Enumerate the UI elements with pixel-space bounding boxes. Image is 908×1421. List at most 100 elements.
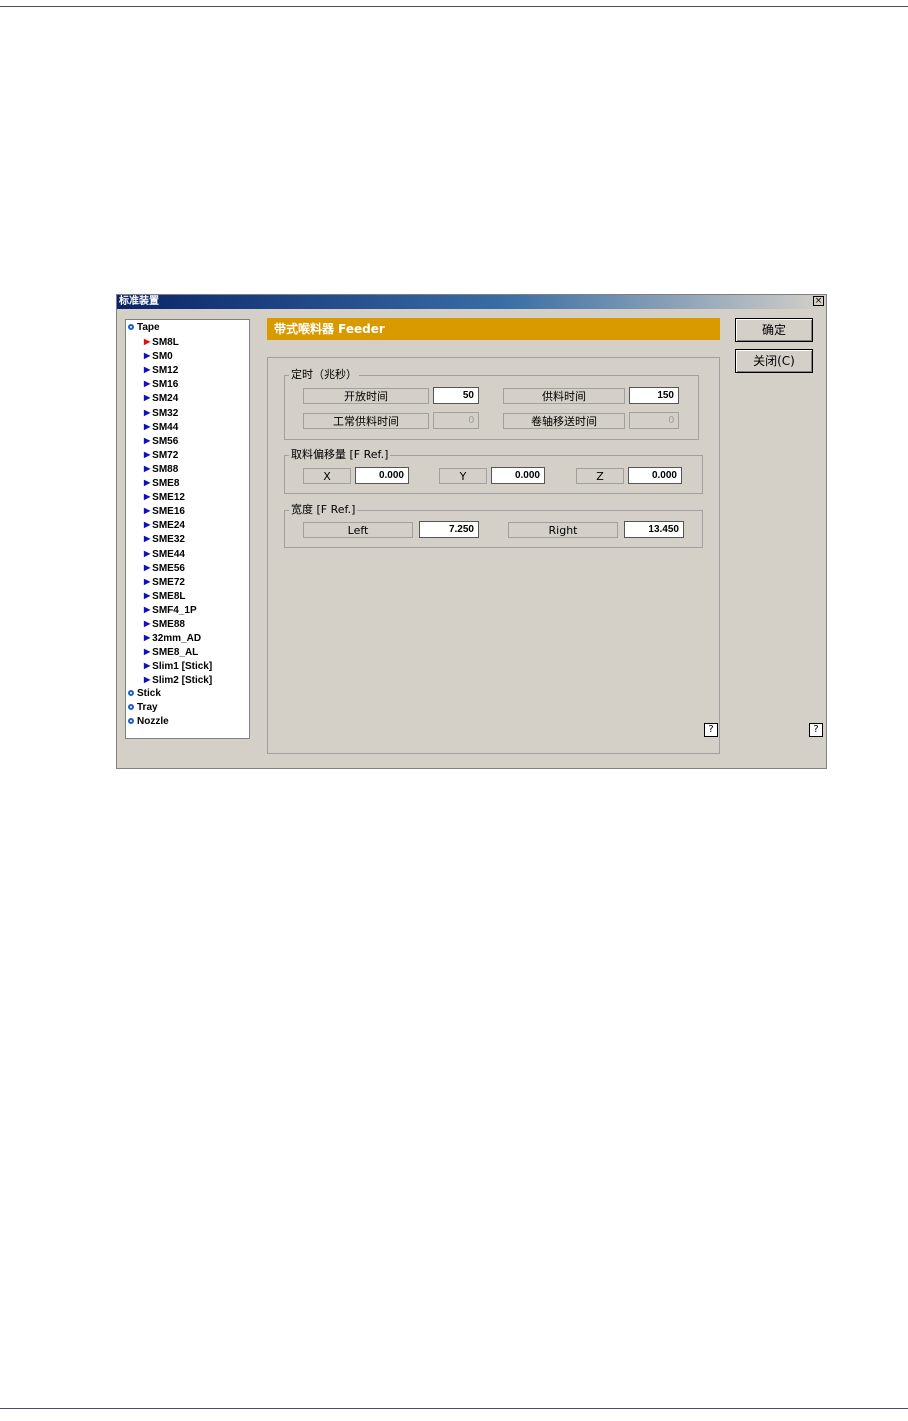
tree-item-label: Slim1 [Stick] — [152, 661, 213, 673]
tree-item-sme32[interactable]: ▶ SME32 — [144, 532, 185, 545]
tree-item-label: SM88 — [152, 463, 179, 475]
tree-node-stick[interactable]: Stick — [128, 687, 161, 700]
tree-item-sme56[interactable]: ▶ SME56 — [144, 561, 185, 574]
tree-item-label: SM32 — [152, 407, 179, 419]
tree-arrow-icon: ▶ — [144, 633, 151, 643]
tree-arrow-icon: ▶ — [144, 562, 151, 572]
tree-item-sm44[interactable]: ▶ SM44 — [144, 420, 178, 433]
tree-item-label: SM24 — [152, 393, 179, 405]
tree-item-smf4-1p[interactable]: ▶ SMF4_1P — [144, 603, 197, 616]
width-left-input[interactable]: 7.250 — [419, 521, 479, 538]
tree-bullet-icon — [128, 690, 134, 696]
tree-item-label: SME12 — [152, 492, 185, 504]
tree-item-label: SME8_AL — [152, 647, 199, 659]
tree-item-sme72[interactable]: ▶ SME72 — [144, 575, 185, 588]
tree-node-label: Stick — [137, 688, 161, 699]
page-bottom-rule — [0, 1408, 908, 1409]
tree-bullet-icon — [128, 718, 134, 724]
tree-node-nozzle[interactable]: Nozzle — [128, 715, 169, 728]
tree-item-slim2-stick[interactable]: ▶ Slim2 [Stick] — [144, 673, 212, 686]
tree-item-label: SME24 — [152, 520, 185, 532]
tree-item-sm72[interactable]: ▶ SM72 — [144, 448, 178, 461]
tree-arrow-icon: ▶ — [144, 661, 151, 671]
tree-item-sm8l[interactable]: ▶ SM8L — [144, 335, 179, 348]
tree-item-sme12[interactable]: ▶ SME12 — [144, 490, 185, 503]
pickup-offset-group: 取料偏移量 [F Ref.] X 0.000 Y 0.000 Z 0.000 — [284, 448, 703, 494]
offset-y-input[interactable]: 0.000 — [491, 467, 545, 484]
tree-item-label: SM72 — [152, 449, 179, 461]
tree-item-label: SM56 — [152, 435, 179, 447]
tree-item-sme88[interactable]: ▶ SME88 — [144, 617, 185, 630]
feeder-tree[interactable]: Tape ▶ SM8L ▶ SM0 ▶ SM12 ▶ SM16 ▶ SM24 ▶ SM32 ▶ SM44 ▶… — [125, 319, 250, 739]
tree-item-label: SM12 — [152, 365, 179, 377]
feeder-settings-panel: 定时（兆秒） 开放时间 50 供料时间 150 工常供料时间 0 卷轴移送时间 … — [267, 357, 720, 754]
tree-arrow-icon: ▶ — [144, 435, 151, 445]
tree-arrow-icon: ▶ — [144, 506, 151, 516]
tree-bullet-icon — [128, 704, 134, 710]
tree-item-sme8[interactable]: ▶ SME8 — [144, 476, 179, 489]
normal-feed-time-input: 0 — [433, 412, 479, 429]
tree-item-sme16[interactable]: ▶ SME16 — [144, 504, 185, 517]
open-time-input[interactable]: 50 — [433, 387, 479, 404]
tree-item-label: SME8 — [152, 478, 180, 489]
timing-group-title: 定时（兆秒） — [289, 368, 359, 382]
panel-help-button[interactable]: ? — [704, 723, 718, 737]
ok-button[interactable]: 确定 — [735, 318, 813, 342]
tree-node-tape[interactable]: Tape — [128, 321, 160, 334]
tree-arrow-icon: ▶ — [144, 576, 151, 586]
tree-arrow-icon: ▶ — [144, 421, 151, 431]
tree-arrow-icon: ▶ — [144, 337, 151, 346]
tree-item-sm88[interactable]: ▶ SM88 — [144, 462, 178, 475]
tree-node-tray[interactable]: Tray — [128, 701, 158, 714]
normal-feed-time-label: 工常供料时间 — [303, 413, 429, 429]
tree-item-label: SME88 — [152, 619, 185, 630]
close-icon[interactable]: × — [813, 296, 824, 306]
tree-arrow-icon: ▶ — [144, 492, 151, 502]
width-group-title: 宽度 [F Ref.] — [289, 503, 358, 517]
dialog-help-button[interactable]: ? — [809, 723, 823, 737]
tree-item-label: SM0 — [152, 351, 173, 363]
tree-arrow-icon: ▶ — [144, 463, 151, 473]
tree-item-label: SM16 — [152, 379, 179, 391]
reel-transfer-time-label: 卷轴移送时间 — [503, 413, 625, 429]
tree-item-sme24[interactable]: ▶ SME24 — [144, 518, 185, 531]
tree-item-sm56[interactable]: ▶ SM56 — [144, 434, 178, 447]
feed-time-input[interactable]: 150 — [629, 387, 679, 404]
dialog-title: 标准装置 — [119, 296, 159, 307]
tree-item-sme8l[interactable]: ▶ SME8L — [144, 589, 186, 602]
title-bar: 标准装置 × — [117, 295, 826, 309]
tree-item-slim1-stick[interactable]: ▶ Slim1 [Stick] — [144, 659, 212, 672]
tree-item-sm16[interactable]: ▶ SM16 — [144, 377, 178, 390]
tree-item-label: 32mm_AD — [152, 633, 202, 645]
tree-item-sme8-al[interactable]: ▶ SME8_AL — [144, 645, 198, 658]
tree-arrow-icon: ▶ — [144, 520, 151, 530]
tree-item-label: Slim2 [Stick] — [152, 675, 213, 687]
tree-item-label: SME8L — [152, 590, 186, 602]
offset-x-input[interactable]: 0.000 — [355, 467, 409, 484]
tree-item-sm0[interactable]: ▶ SM0 — [144, 349, 173, 362]
page-top-rule — [0, 6, 908, 7]
tree-item-sm12[interactable]: ▶ SM12 — [144, 363, 178, 376]
tree-node-label: Tape — [137, 322, 160, 333]
tree-item-label: SME56 — [152, 562, 185, 574]
tree-item-label: SMF4_1P — [152, 604, 197, 616]
tree-arrow-icon: ▶ — [144, 379, 151, 389]
feeder-header: 带式喉料器 Feeder — [267, 318, 720, 340]
offset-z-input[interactable]: 0.000 — [628, 467, 682, 484]
tree-item-label: SM8L — [152, 337, 179, 348]
width-right-input[interactable]: 13.450 — [624, 521, 684, 538]
offset-x-label: X — [303, 468, 351, 484]
tree-item-sm32[interactable]: ▶ SM32 — [144, 406, 178, 419]
tree-arrow-icon: ▶ — [144, 365, 151, 375]
tree-item-label: SME72 — [152, 576, 185, 588]
tree-item-32mm-ad[interactable]: ▶ 32mm_AD — [144, 631, 201, 644]
offset-y-label: Y — [439, 468, 487, 484]
tree-item-sm24[interactable]: ▶ SM24 — [144, 391, 178, 404]
tree-arrow-icon: ▶ — [144, 619, 151, 628]
offset-z-label: Z — [576, 468, 624, 484]
open-time-label: 开放时间 — [303, 388, 429, 404]
tree-item-sme44[interactable]: ▶ SME44 — [144, 547, 185, 560]
tree-item-label: SME44 — [152, 548, 185, 560]
timing-group: 定时（兆秒） 开放时间 50 供料时间 150 工常供料时间 0 卷轴移送时间 … — [284, 368, 699, 440]
close-button[interactable]: 关闭(C) — [735, 349, 813, 373]
